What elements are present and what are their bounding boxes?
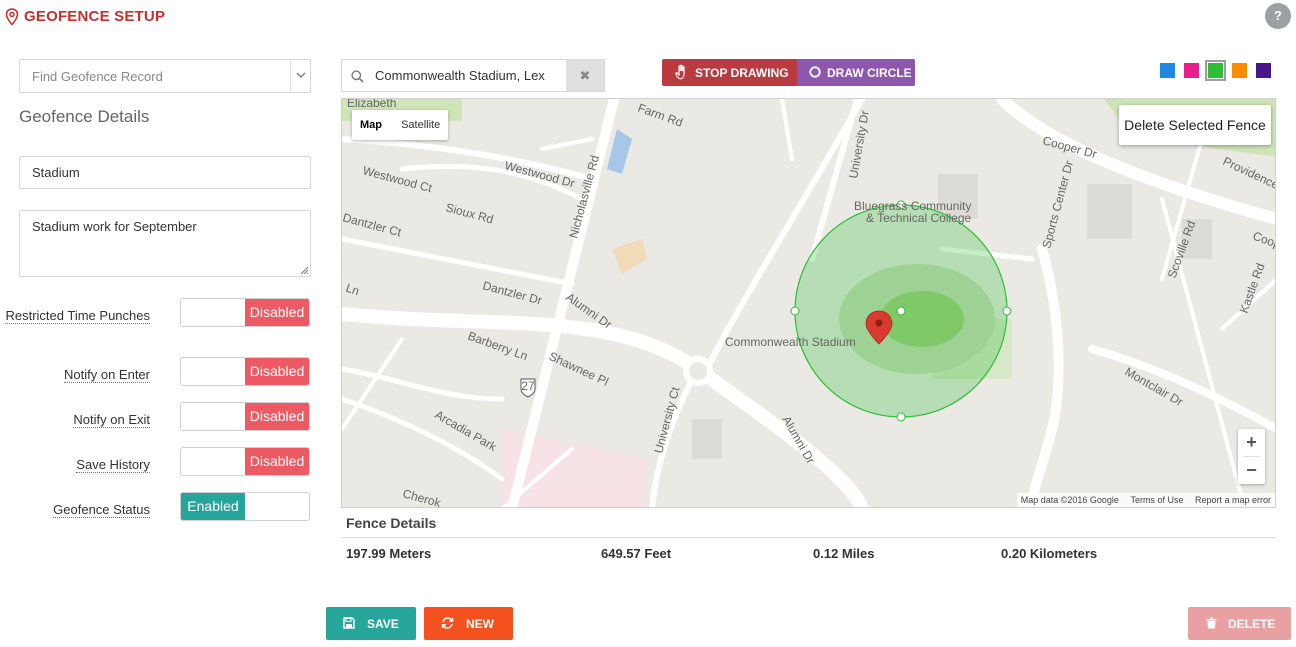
map-label-stadium: Commonwealth Stadium <box>725 335 856 349</box>
map-footer: Map data ©2016 Google Terms of Use Repor… <box>1016 493 1275 507</box>
zoom-in-button[interactable]: + <box>1238 429 1265 456</box>
delete-label: DELETE <box>1228 617 1276 631</box>
color-swatch-green[interactable] <box>1205 60 1226 81</box>
color-swatch-blue[interactable] <box>1160 63 1175 78</box>
notify-on-exit-toggle[interactable]: Disabled <box>180 402 310 431</box>
search-icon <box>351 70 364 83</box>
toggle-state-label: Disabled <box>245 299 309 326</box>
map-pin-icon <box>5 8 19 26</box>
resize-grip-icon[interactable] <box>299 265 309 275</box>
draw-circle-button[interactable]: DRAW CIRCLE <box>797 59 915 86</box>
toggle-state-label: Disabled <box>245 448 309 475</box>
trash-icon <box>1206 617 1217 629</box>
toggle-state-label: Disabled <box>245 358 309 385</box>
map-type-control: Map Satellite <box>352 110 449 140</box>
map-label-bluegrass-2: & Technical College <box>866 211 972 225</box>
refresh-icon <box>441 617 454 629</box>
report-map-error-link[interactable]: Report a map error <box>1195 495 1271 505</box>
page-title: GEOFENCE SETUP <box>24 8 166 25</box>
notify-on-enter-toggle[interactable]: Disabled <box>180 357 310 386</box>
color-swatch-pink[interactable] <box>1184 63 1199 78</box>
map-search-input[interactable] <box>375 60 565 91</box>
geofence-description-input[interactable]: Stadium work for September <box>19 210 311 277</box>
find-geofence-select[interactable]: Find Geofence Record <box>19 59 311 93</box>
help-button[interactable]: ? <box>1265 3 1291 29</box>
notify-on-exit-label: Notify on Exit <box>73 412 150 428</box>
map-canvas[interactable]: 27 Elizabeth Farm Rd Westwood Dr Westwoo… <box>341 98 1276 508</box>
geofence-status-label: Geofence Status <box>53 502 150 518</box>
toggle-state-label: Enabled <box>181 493 245 520</box>
new-button[interactable]: NEW <box>424 607 513 640</box>
toggle-state-label: Disabled <box>245 403 309 430</box>
geofence-name-input[interactable] <box>19 156 311 189</box>
app-header: GEOFENCE SETUP ? <box>0 0 1296 34</box>
map-label-elizabeth: Elizabeth <box>347 99 396 110</box>
circle-icon <box>809 66 821 78</box>
fence-details-divider <box>341 537 1276 538</box>
fence-feet: 649.57 Feet <box>601 546 672 561</box>
save-label: SAVE <box>367 617 399 631</box>
delete-selected-fence-button[interactable]: Delete Selected Fence <box>1119 105 1271 145</box>
select-toggle[interactable] <box>290 60 310 92</box>
clear-search-button[interactable]: ✖ <box>566 60 604 91</box>
chevron-down-icon <box>296 72 306 78</box>
geofence-status-toggle[interactable]: Enabled <box>180 492 310 521</box>
save-history-label: Save History <box>76 457 150 473</box>
fence-kilometers: 0.20 Kilometers <box>1001 546 1098 561</box>
fence-miles: 0.12 Miles <box>813 546 875 561</box>
map-type-map-button[interactable]: Map <box>352 110 390 140</box>
zoom-control: + − <box>1238 429 1265 484</box>
map-tiles: 27 Elizabeth Farm Rd Westwood Dr Westwoo… <box>342 99 1275 507</box>
fence-details-title: Fence Details <box>346 515 437 531</box>
terms-of-use-link[interactable]: Terms of Use <box>1130 495 1183 505</box>
color-swatch-purple[interactable] <box>1256 63 1271 78</box>
color-swatch-orange[interactable] <box>1232 63 1247 78</box>
fence-meters: 197.99 Meters <box>346 546 432 561</box>
map-data-attribution: Map data ©2016 Google <box>1020 495 1119 505</box>
map-search: ✖ <box>341 59 605 92</box>
restricted-time-punches-label: Restricted Time Punches <box>5 308 150 324</box>
route-27-label: 27 <box>521 379 535 393</box>
notify-on-enter-label: Notify on Enter <box>64 367 150 383</box>
save-history-toggle[interactable]: Disabled <box>180 447 310 476</box>
zoom-out-button[interactable]: − <box>1238 457 1265 484</box>
stop-drawing-label: STOP DRAWING <box>695 66 789 80</box>
section-title: Geofence Details <box>19 107 150 126</box>
map-type-satellite-button[interactable]: Satellite <box>393 110 448 140</box>
draw-circle-label: DRAW CIRCLE <box>827 66 912 80</box>
new-label: NEW <box>466 617 494 631</box>
stop-drawing-button[interactable]: STOP DRAWING <box>662 59 797 86</box>
find-geofence-placeholder: Find Geofence Record <box>32 69 163 84</box>
delete-button[interactable]: DELETE <box>1188 607 1291 640</box>
restricted-time-punches-toggle[interactable]: Disabled <box>180 298 310 327</box>
hand-icon <box>675 64 685 80</box>
floppy-disk-icon <box>343 617 355 629</box>
save-button[interactable]: SAVE <box>326 607 416 640</box>
